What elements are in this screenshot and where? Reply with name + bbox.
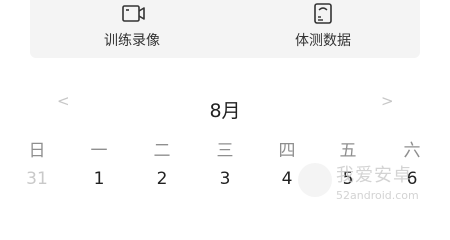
watermark-url: 52android.com: [336, 189, 419, 202]
body-scale-icon: [314, 3, 332, 24]
weekday-fri: 五: [339, 141, 357, 161]
day-cell[interactable]: 1: [79, 169, 119, 189]
watermark: 我爱安卓 52android.com: [298, 161, 438, 211]
training-video-label: 训练录像: [104, 33, 160, 49]
weekday-sat: 六: [403, 141, 421, 161]
body-test-data-button[interactable]: 体测数据: [258, 0, 388, 58]
weekday-tue: 二: [153, 141, 171, 161]
weekday-mon: 一: [90, 141, 108, 161]
watermark-title: 我爱安卓: [336, 165, 412, 186]
video-camera-icon: [122, 5, 145, 22]
month-navigation: < 8月 >: [0, 88, 450, 122]
weekday-wed: 三: [216, 141, 234, 161]
day-cell[interactable]: 2: [142, 169, 182, 189]
body-test-data-label: 体测数据: [295, 33, 351, 49]
day-cell[interactable]: 31: [17, 169, 57, 189]
weekday-sun: 日: [28, 141, 46, 161]
weekday-thu: 四: [278, 141, 296, 161]
watermark-logo-icon: [298, 163, 332, 197]
next-month-button[interactable]: >: [381, 92, 394, 110]
training-video-button[interactable]: 训练录像: [67, 0, 197, 58]
quick-actions-card: 训练录像 体测数据: [30, 0, 420, 58]
day-cell[interactable]: 3: [205, 169, 245, 189]
